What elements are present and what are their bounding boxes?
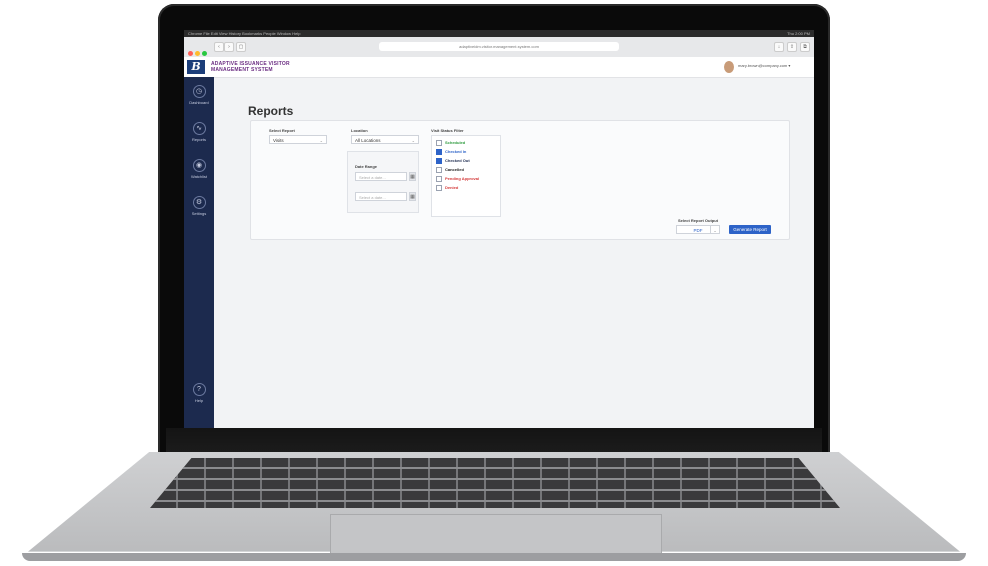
status-label: Checked Out <box>445 158 470 164</box>
back-icon[interactable]: ‹ <box>214 42 224 52</box>
visit-status-box: Scheduled Checked In Checked Out Cancell… <box>431 135 501 217</box>
sidebar-item-settings[interactable]: ⚙ Settings <box>184 196 214 216</box>
app-logo[interactable]: B <box>187 60 205 74</box>
status-label: Scheduled <box>445 140 466 146</box>
sidebar-item-dashboard[interactable]: ◷ Dashboard <box>184 85 214 105</box>
output-label: Select Report Output <box>678 218 719 223</box>
forward-icon[interactable]: › <box>224 42 234 52</box>
checkbox-checked[interactable] <box>436 158 442 164</box>
sidebar-item-label: Reports <box>191 137 206 142</box>
sidebar: ◷ Dashboard ∿ Reports ◉ Watchlist ⚙ Sett… <box>184 77 214 428</box>
chevron-down-icon: ⌄ <box>710 226 719 233</box>
chart-icon: ∿ <box>192 122 206 135</box>
user-email: mary.brown@company.com <box>738 63 788 68</box>
chevron-down-icon: ⌄ <box>319 138 323 143</box>
date-range-label: Date Range <box>355 164 378 169</box>
brand-line-2: MANAGEMENT SYSTEM <box>211 67 273 73</box>
output-value: PDF <box>693 228 703 233</box>
select-report-label: Select Report <box>269 128 295 133</box>
sidebar-item-watchlist[interactable]: ◉ Watchlist <box>184 159 214 179</box>
menubar-clock: Thu 2:00 PM <box>787 31 810 36</box>
laptop-base-edge <box>22 553 966 561</box>
tabs-icon[interactable]: ⧉ <box>800 42 810 52</box>
status-cancelled[interactable]: Cancelled <box>436 167 464 173</box>
sidebar-item-label: Dashboard <box>189 100 209 105</box>
eye-icon: ◉ <box>192 159 206 172</box>
share-icon[interactable]: ⇪ <box>787 42 797 52</box>
select-report-value: Visits <box>273 138 284 143</box>
clock-icon: ◷ <box>192 85 206 98</box>
gear-icon: ⚙ <box>192 196 206 209</box>
date-to-input[interactable]: Select a date... <box>355 192 407 201</box>
select-report-dropdown[interactable]: Visits ⌄ <box>269 135 327 144</box>
minimize-window-button[interactable] <box>195 51 200 56</box>
calendar-icon[interactable]: ▦ <box>409 192 416 201</box>
location-value: All Locations <box>355 138 381 143</box>
chevron-down-icon: ▾ <box>788 63 791 68</box>
keyboard-rows <box>150 458 840 508</box>
laptop-chin <box>166 428 822 454</box>
checkbox[interactable] <box>436 140 442 146</box>
status-label: Checked In <box>445 149 467 155</box>
status-label: Pending Approval <box>445 176 480 182</box>
date-range-box: Date Range Select a date... ▦ Select a d… <box>347 151 419 213</box>
question-icon: ? <box>192 383 206 396</box>
sidebar-item-label: Help <box>194 398 204 403</box>
sidebar-item-reports[interactable]: ∿ Reports <box>184 122 214 142</box>
chevron-down-icon: ⌄ <box>411 138 415 143</box>
checkbox[interactable] <box>436 176 442 182</box>
sidebar-toggle-icon[interactable]: ▢ <box>236 42 246 52</box>
sidebar-item-help[interactable]: ? Help <box>184 383 214 403</box>
checkbox[interactable] <box>436 185 442 191</box>
date-from-input[interactable]: Select a date... <box>355 172 407 181</box>
status-checked-in[interactable]: Checked In <box>436 149 466 155</box>
sidebar-item-label: Watchlist <box>190 174 208 179</box>
calendar-icon[interactable]: ▦ <box>409 172 416 181</box>
status-scheduled[interactable]: Scheduled <box>436 140 465 146</box>
sidebar-item-label: Settings <box>191 211 207 216</box>
output-dropdown[interactable]: PDF ⌄ <box>676 225 720 234</box>
status-pending-approval[interactable]: Pending Approval <box>436 176 479 182</box>
zoom-window-button[interactable] <box>202 51 207 56</box>
menubar-left[interactable]: Chrome File Edit View History Bookmarks … <box>188 31 300 36</box>
address-bar[interactable]: adaptiveidm.visitor.management.system.co… <box>379 42 619 51</box>
visit-status-label: Visit Status Filter <box>431 128 464 133</box>
generate-report-button[interactable]: Generate Report <box>729 225 771 234</box>
status-label: Cancelled <box>445 167 464 173</box>
checkbox-checked[interactable] <box>436 149 442 155</box>
page-title: Reports <box>248 104 294 118</box>
screen: Chrome File Edit View History Bookmarks … <box>184 30 814 428</box>
brand-name: ADAPTIVE ISSUANCE VISITOR MANAGEMENT SYS… <box>211 61 290 73</box>
close-window-button[interactable] <box>188 51 193 56</box>
os-menubar: Chrome File Edit View History Bookmarks … <box>184 30 814 37</box>
location-label: Location <box>351 128 368 133</box>
avatar[interactable] <box>724 61 734 73</box>
trackpad <box>330 514 662 553</box>
status-denied[interactable]: Denied <box>436 185 458 191</box>
download-icon[interactable]: ↓ <box>774 42 784 52</box>
status-checked-out[interactable]: Checked Out <box>436 158 470 164</box>
status-label: Denied <box>445 185 459 191</box>
browser-chrome: ‹ › ▢ adaptiveidm.visitor.management.sys… <box>184 37 814 58</box>
checkbox[interactable] <box>436 167 442 173</box>
user-menu[interactable]: mary.brown@company.com ▾ <box>738 63 790 68</box>
app-header: B ADAPTIVE ISSUANCE VISITOR MANAGEMENT S… <box>184 57 814 78</box>
location-dropdown[interactable]: All Locations ⌄ <box>351 135 419 144</box>
